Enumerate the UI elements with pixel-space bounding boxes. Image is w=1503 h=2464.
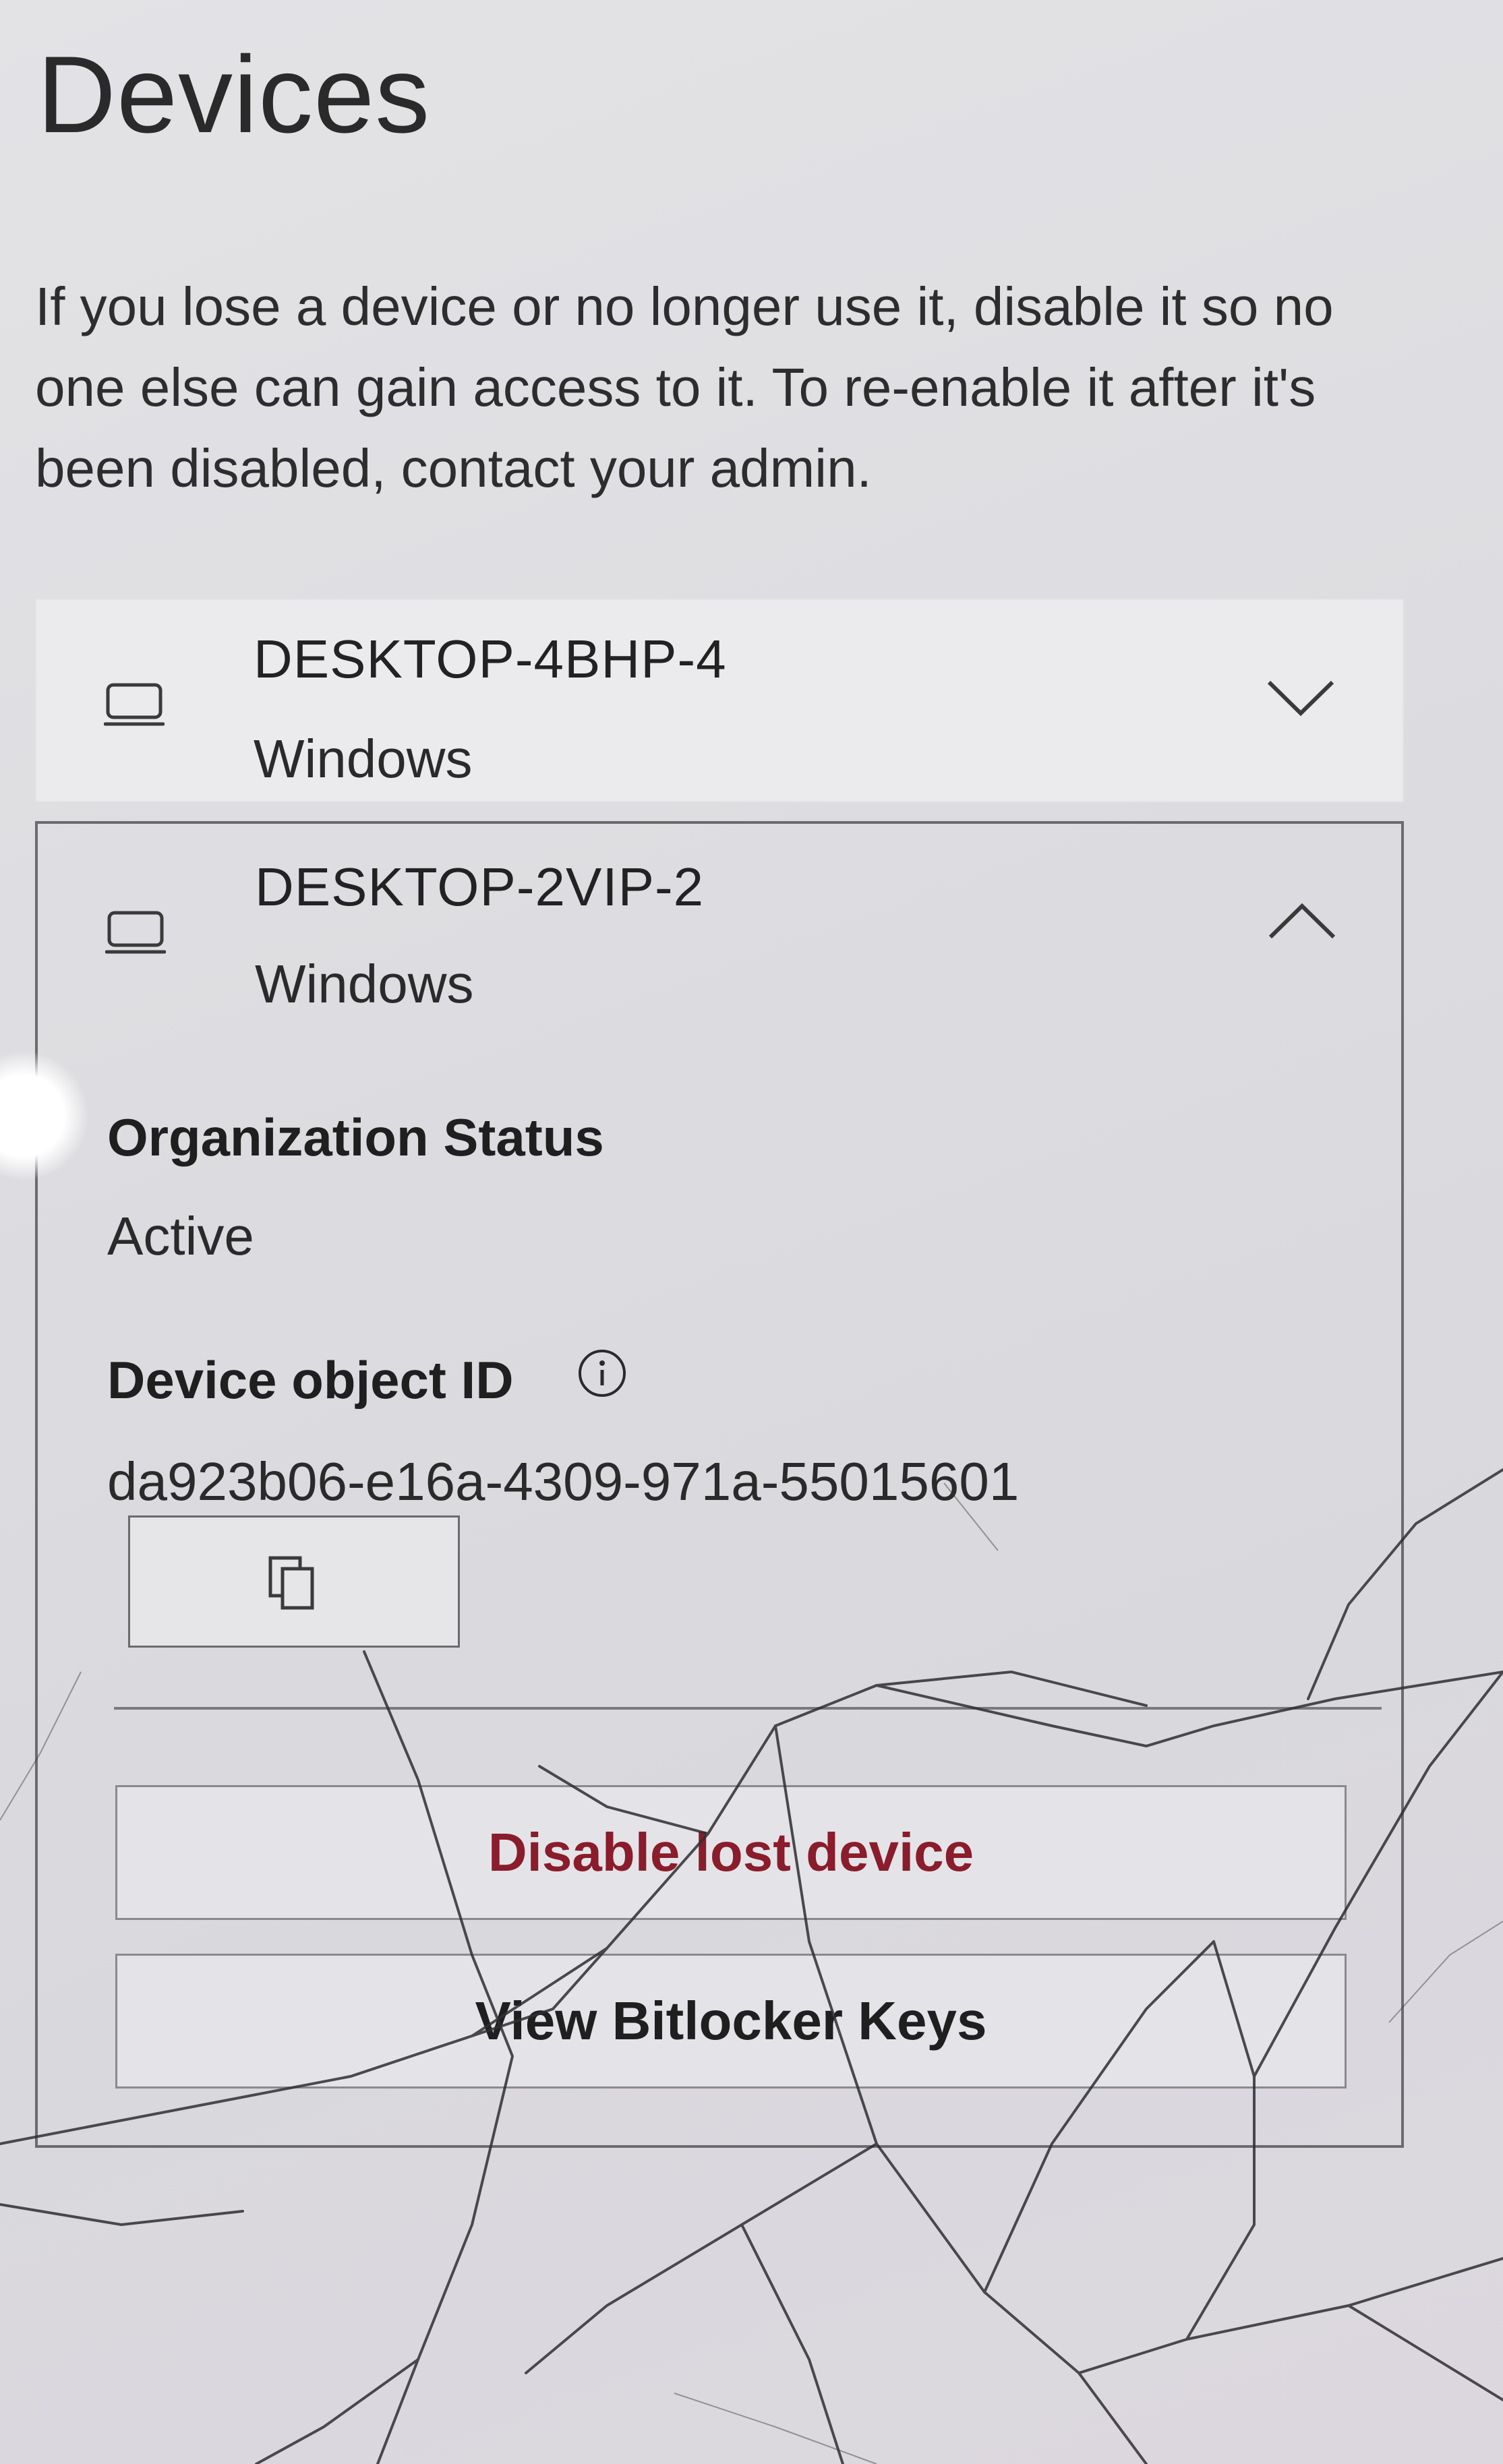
device-card-desktop-2vip: DESKTOP-2VIP-2 Windows Organization Stat… xyxy=(35,821,1404,2148)
device-os: Windows xyxy=(255,954,474,1014)
chevron-down-icon[interactable] xyxy=(1264,674,1338,721)
device-header[interactable]: DESKTOP-4BHP-4 Windows xyxy=(36,600,1403,804)
device-header[interactable]: DESKTOP-2VIP-2 Windows xyxy=(38,824,1401,1027)
view-bitlocker-keys-button[interactable]: View Bitlocker Keys xyxy=(115,1954,1347,2089)
laptop-icon xyxy=(104,683,165,726)
chevron-up-icon[interactable] xyxy=(1265,898,1339,945)
device-os: Windows xyxy=(254,729,473,789)
page-title: Devices xyxy=(37,34,431,156)
details-divider xyxy=(114,1707,1382,1710)
object-id-value: da923b06-e16a-4309-971a-55015601 xyxy=(107,1451,1020,1511)
org-status-label: Organization Status xyxy=(107,1108,604,1167)
device-card-desktop-4bhp[interactable]: DESKTOP-4BHP-4 Windows xyxy=(35,599,1404,802)
copy-icon xyxy=(268,1556,314,1610)
info-icon[interactable] xyxy=(577,1348,627,1398)
devices-page: Devices If you lose a device or no longe… xyxy=(0,0,1503,2464)
disable-lost-device-button[interactable]: Disable lost device xyxy=(115,1785,1347,1920)
object-id-label: Device object ID xyxy=(107,1350,514,1410)
device-name: DESKTOP-4BHP-4 xyxy=(254,629,727,689)
laptop-icon xyxy=(105,911,166,954)
org-status-value: Active xyxy=(107,1206,254,1266)
copy-id-button[interactable] xyxy=(128,1515,460,1648)
intro-text: If you lose a device or no longer use it… xyxy=(35,276,1334,498)
device-name: DESKTOP-2VIP-2 xyxy=(255,857,705,917)
